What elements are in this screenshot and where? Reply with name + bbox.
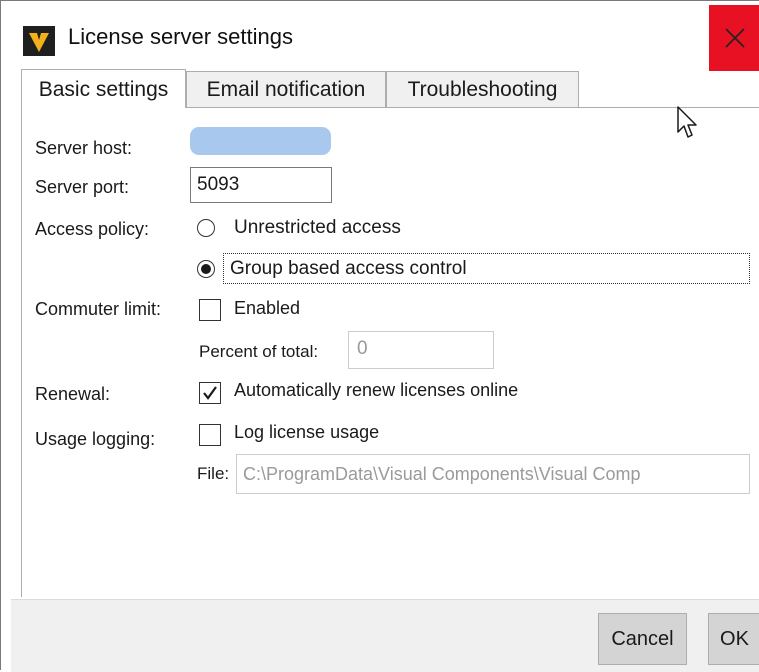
window-title: License server settings xyxy=(68,24,293,49)
server-port-input[interactable]: 5093 xyxy=(190,167,332,203)
server-port-label: Server port: xyxy=(35,177,130,197)
commuter-enabled-label[interactable]: Enabled xyxy=(234,298,300,319)
auto-renew-checkbox[interactable] xyxy=(199,382,221,404)
file-label: File: xyxy=(197,464,230,483)
tab-strip: Basic settings Email notification Troubl… xyxy=(11,69,759,109)
tab-email-notification[interactable]: Email notification xyxy=(186,71,386,107)
tab-basic-settings[interactable]: Basic settings xyxy=(21,69,186,108)
radio-unrestricted-access[interactable] xyxy=(197,219,215,237)
mouse-pointer-icon xyxy=(677,106,697,138)
ok-button[interactable]: OK xyxy=(708,613,759,665)
close-icon xyxy=(725,28,745,48)
title-bar: License server settings xyxy=(1,1,759,75)
cancel-button[interactable]: Cancel xyxy=(598,613,687,665)
log-usage-label[interactable]: Log license usage xyxy=(234,422,379,443)
server-host-label: Server host: xyxy=(35,138,133,158)
auto-renew-label[interactable]: Automatically renew licenses online xyxy=(234,380,518,401)
usage-logging-label: Usage logging: xyxy=(35,429,156,449)
log-file-path-input[interactable]: C:\ProgramData\Visual Components\Visual … xyxy=(236,454,750,494)
app-logo-icon xyxy=(23,26,55,56)
server-host-field[interactable] xyxy=(190,127,331,155)
license-server-settings-dialog: License server settings Basic settings E… xyxy=(0,0,759,672)
radio-group-based-access[interactable] xyxy=(197,260,215,278)
tab-troubleshooting[interactable]: Troubleshooting xyxy=(386,71,579,107)
percent-of-total-input[interactable]: 0 xyxy=(348,331,494,369)
renewal-label: Renewal: xyxy=(35,384,111,404)
access-policy-label: Access policy: xyxy=(35,219,150,239)
close-button[interactable] xyxy=(709,5,759,71)
checkmark-icon xyxy=(203,386,217,400)
radio-group-based-access-label[interactable]: Group based access control xyxy=(230,258,467,280)
commuter-limit-label: Commuter limit: xyxy=(35,299,162,319)
percent-of-total-label: Percent of total: xyxy=(199,342,319,361)
commuter-enabled-checkbox[interactable] xyxy=(199,299,221,321)
log-usage-checkbox[interactable] xyxy=(199,424,221,446)
tab-panel-left-border xyxy=(21,107,22,597)
radio-unrestricted-access-label[interactable]: Unrestricted access xyxy=(234,217,401,239)
